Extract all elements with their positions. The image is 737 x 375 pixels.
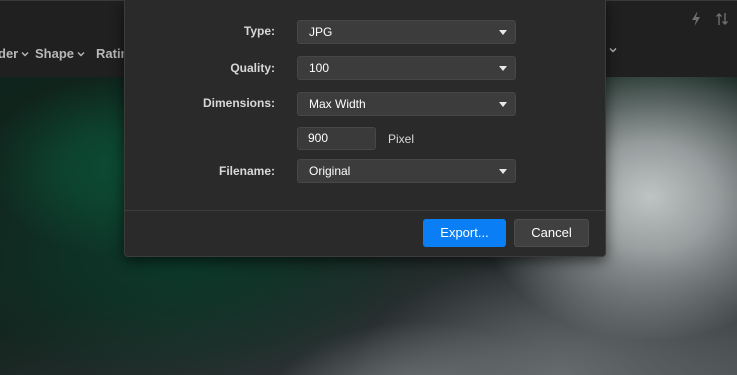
dimensions-label: Dimensions: <box>202 96 275 110</box>
chevron-down-icon <box>499 102 507 107</box>
export-dialog: Type: JPG Quality: 100 Dimensions: Max W… <box>124 0 606 257</box>
dimensions-select-value: Max Width <box>309 97 366 111</box>
lightning-icon[interactable] <box>691 12 701 26</box>
filter-order-label: der <box>0 46 19 61</box>
chevron-down-icon <box>499 30 507 35</box>
chevron-down-icon <box>499 169 507 174</box>
filter-menu-shape[interactable]: Shape <box>35 46 85 61</box>
sort-icon[interactable] <box>715 12 729 26</box>
type-label: Type: <box>243 24 275 38</box>
quality-select[interactable]: 100 <box>297 56 516 80</box>
filter-menu-order[interactable]: der <box>0 46 29 61</box>
chevron-down-icon <box>21 51 29 56</box>
cancel-button[interactable]: Cancel <box>514 219 589 247</box>
filename-label: Filename: <box>218 164 275 178</box>
filename-select-value: Original <box>309 164 351 178</box>
chevron-down-icon <box>609 48 617 53</box>
chevron-down-icon <box>499 66 507 71</box>
quality-label: Quality: <box>230 61 275 75</box>
type-select[interactable]: JPG <box>297 20 516 44</box>
chevron-down-icon <box>77 51 85 56</box>
dimensions-select[interactable]: Max Width <box>297 92 516 116</box>
dialog-divider <box>125 210 605 211</box>
max-width-input[interactable]: 900 <box>297 127 376 150</box>
export-button[interactable]: Export... <box>423 219 506 247</box>
quality-select-value: 100 <box>309 61 330 75</box>
filter-menu-more[interactable] <box>609 46 617 54</box>
filter-shape-label: Shape <box>35 46 75 61</box>
type-select-value: JPG <box>309 25 333 39</box>
max-width-value: 900 <box>308 131 329 145</box>
pixel-unit-label: Pixel <box>388 132 415 146</box>
filename-select[interactable]: Original <box>297 159 516 183</box>
toolbar-right-icons <box>691 12 729 26</box>
